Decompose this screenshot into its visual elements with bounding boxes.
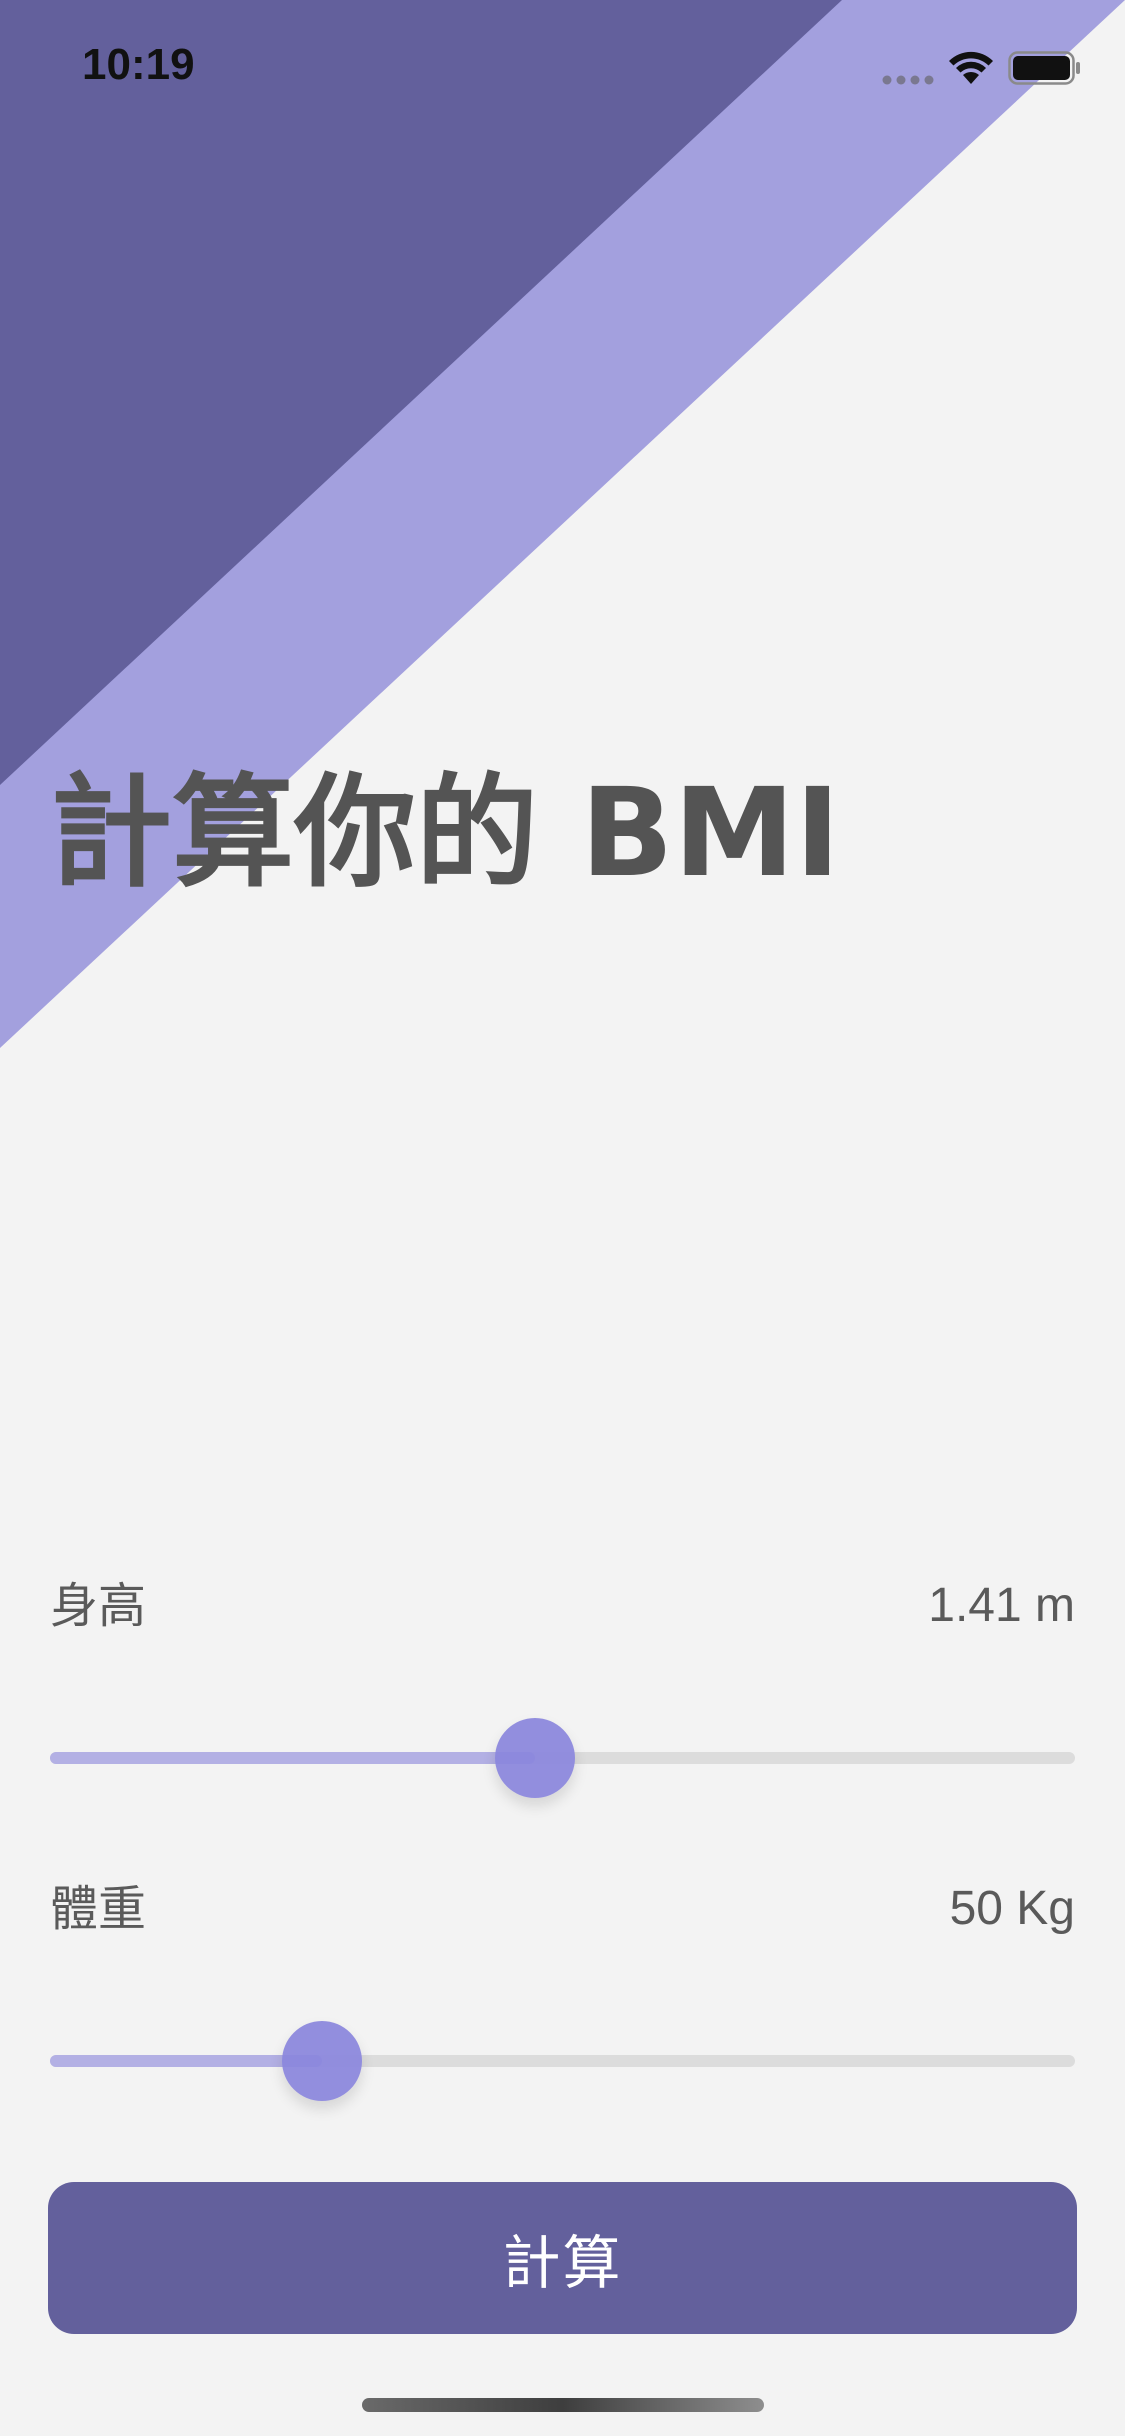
home-indicator[interactable] [362,2398,764,2412]
weight-label: 體重 [50,1881,147,1937]
calculate-button[interactable]: 計算 [48,2182,1077,2334]
calculate-button-label: 計算 [502,2229,623,2297]
height-slider[interactable] [50,1718,1075,1798]
cellular-signal-icon [882,75,934,85]
wifi-icon [949,51,993,84]
height-label: 身高 [50,1578,147,1634]
height-slider-thumb[interactable] [494,1718,575,1798]
status-bar: 10:19 [0,0,1125,140]
weight-slider-thumb[interactable] [281,2021,362,2101]
height-value: 1.41 m [928,1579,1075,1632]
weight-slider[interactable] [50,2021,1075,2101]
battery-icon [1008,51,1080,85]
weight-slider-fill [50,2055,322,2067]
status-time: 10:19 [82,40,195,89]
page-title: 計算你的 BMI [50,762,841,904]
height-slider-fill [50,1752,535,1764]
weight-value: 50 Kg [949,1882,1075,1935]
